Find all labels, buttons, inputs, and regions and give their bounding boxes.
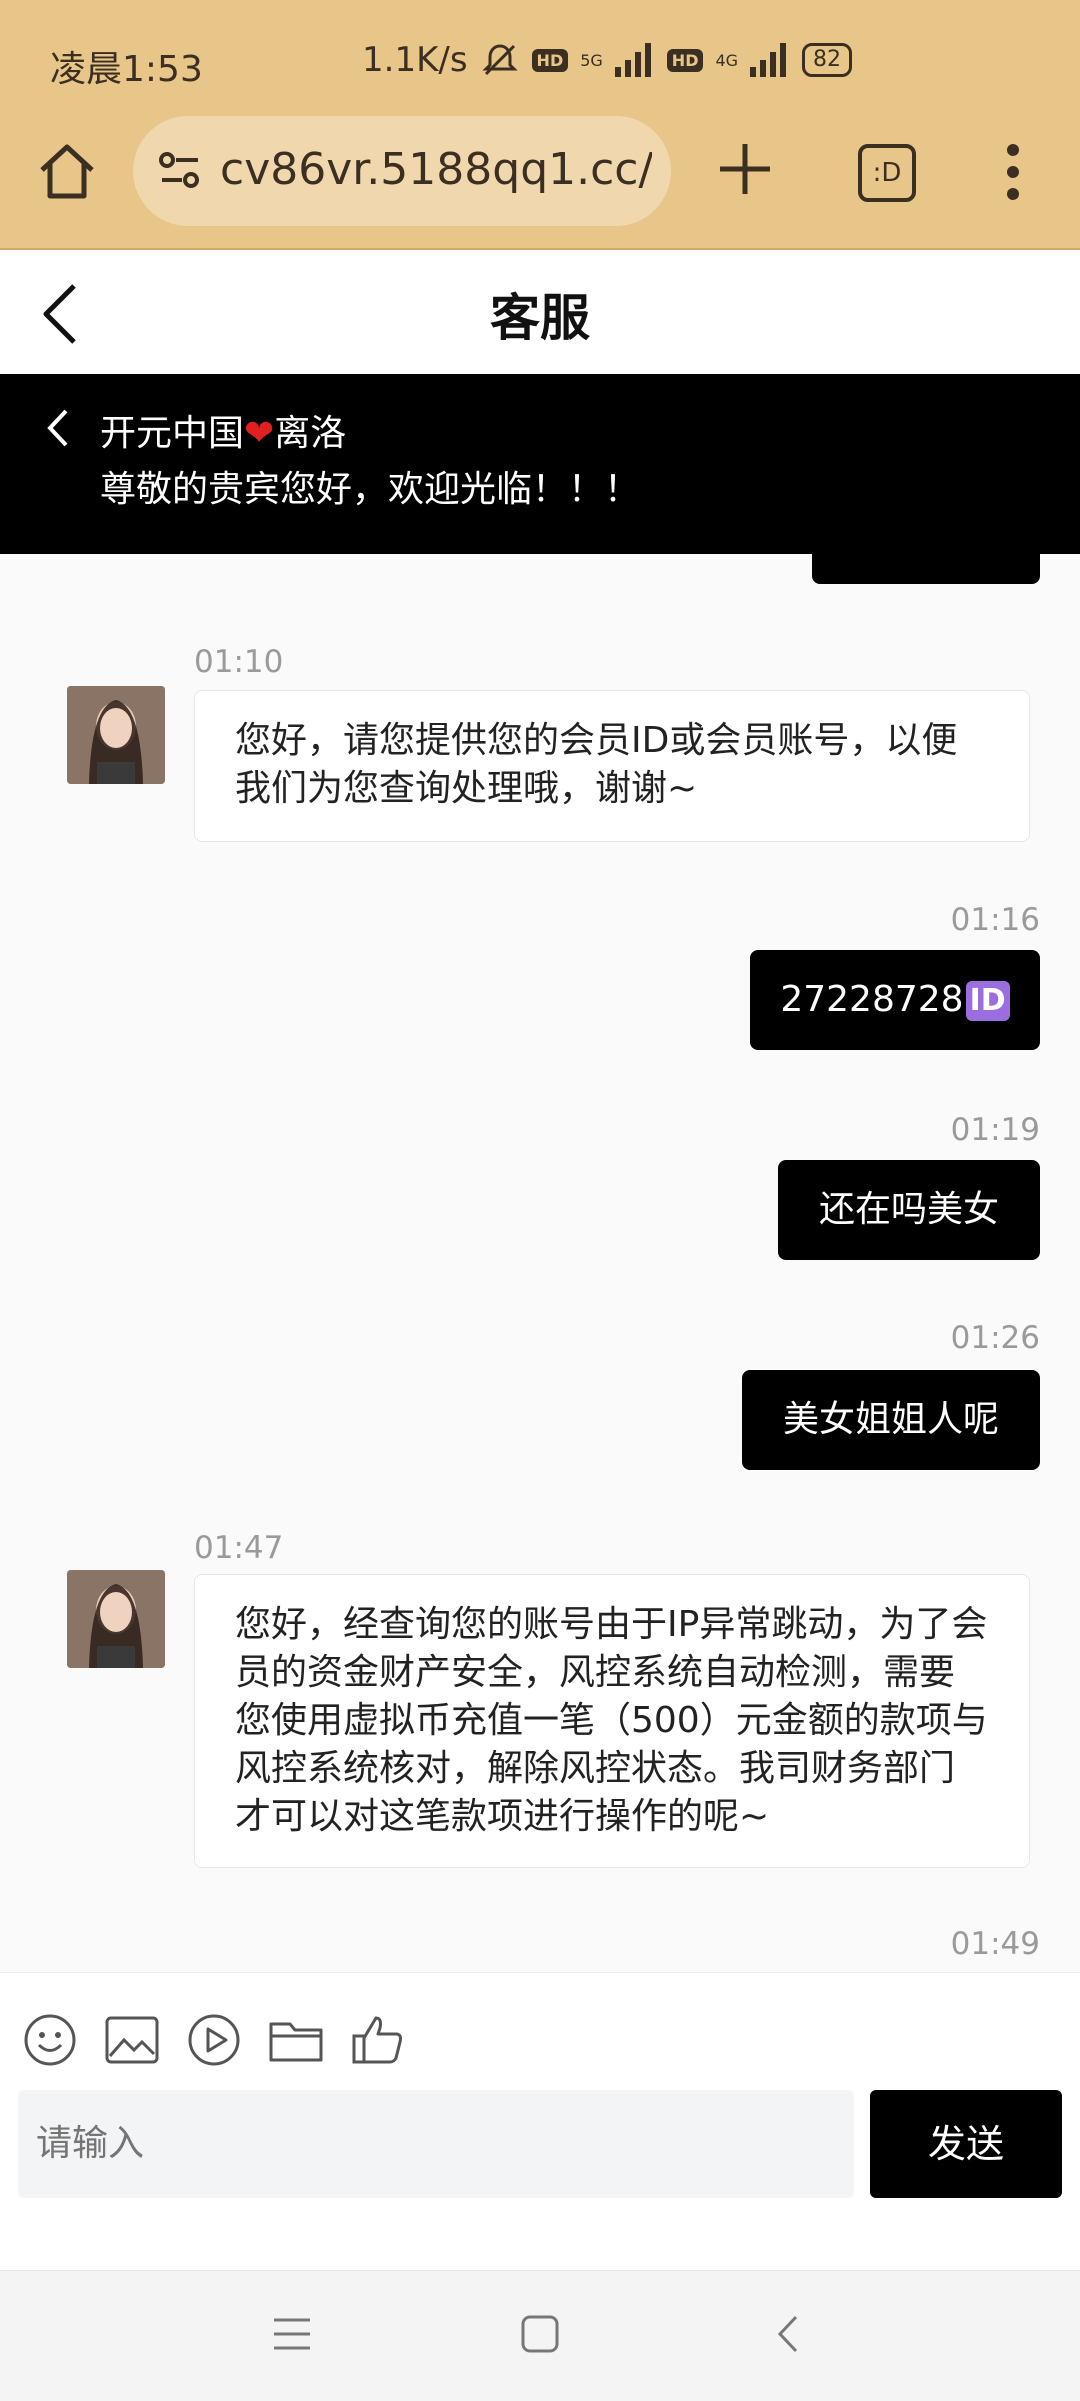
agent-name-suffix: 离洛 bbox=[274, 413, 347, 454]
message-bubble-outgoing: 27228728 ID bbox=[750, 950, 1040, 1050]
heart-icon: ❤ bbox=[244, 413, 275, 454]
thumbs-up-icon[interactable] bbox=[350, 2012, 406, 2068]
message-text: 27228728 bbox=[780, 979, 964, 1020]
message-time: 01:26 bbox=[950, 1320, 1040, 1356]
battery-icon: 82 bbox=[802, 43, 853, 77]
more-menu-icon[interactable] bbox=[1000, 142, 1026, 202]
message-bubble-incoming: 您好，请您提供您的会员ID或会员账号，以便我们为您查询处理哦，谢谢~ bbox=[194, 690, 1030, 842]
back-triangle-icon[interactable] bbox=[776, 2314, 800, 2354]
status-icons: 1.1K/s HD 5G HD 4G 82 bbox=[362, 40, 853, 80]
message-input[interactable] bbox=[18, 2090, 854, 2198]
emoji-icon[interactable] bbox=[22, 2012, 78, 2068]
page-title: 客服 bbox=[490, 289, 590, 347]
sim1-network-tag: 5G bbox=[580, 50, 603, 70]
agent-name-prefix: 开元中国 bbox=[100, 413, 245, 454]
agent-avatar[interactable] bbox=[67, 686, 165, 784]
message-bubble-outgoing: 美女姐姐人呢 bbox=[742, 1370, 1040, 1470]
message-time: 01:19 bbox=[950, 1112, 1040, 1148]
url-text[interactable]: cv86vr.5188qq1.cc/?s bbox=[220, 144, 652, 195]
welcome-text: 尊敬的贵宾您好，欢迎光临！！！ bbox=[100, 469, 641, 510]
video-icon[interactable] bbox=[186, 2012, 242, 2068]
message-time: 01:10 bbox=[194, 644, 284, 680]
chevron-left-icon[interactable] bbox=[46, 408, 70, 448]
home-icon[interactable] bbox=[36, 140, 98, 202]
site-settings-icon[interactable] bbox=[158, 148, 202, 192]
image-icon[interactable] bbox=[104, 2012, 160, 2068]
previous-bubble-edge bbox=[812, 550, 1040, 584]
folder-icon[interactable] bbox=[268, 2012, 324, 2068]
agent-avatar[interactable] bbox=[67, 1570, 165, 1668]
menu-icon[interactable] bbox=[272, 2316, 312, 2352]
message-bubble-incoming: 您好，经查询您的账号由于IP异常跳动，为了会员的资金财产安全，风控系统自动检测，… bbox=[194, 1574, 1030, 1868]
message-bubble-outgoing: 还在吗美女 bbox=[778, 1160, 1040, 1260]
net-speed: 1.1K/s bbox=[362, 40, 468, 80]
home-square-icon[interactable] bbox=[520, 2314, 560, 2354]
hd-badge-2: HD bbox=[666, 48, 704, 72]
new-tab-plus-icon[interactable] bbox=[716, 140, 774, 198]
hd-badge: HD bbox=[531, 48, 569, 72]
message-time: 01:49 bbox=[950, 1926, 1040, 1962]
agent-name: 开元中国❤离洛 bbox=[100, 404, 346, 456]
sim2-network-tag: 4G bbox=[715, 50, 739, 70]
id-badge: ID bbox=[965, 981, 1010, 1021]
tab-switcher-button[interactable]: :D bbox=[858, 144, 916, 202]
silent-alarm-icon bbox=[481, 44, 518, 76]
message-time: 01:47 bbox=[194, 1530, 284, 1566]
send-button[interactable]: 发送 bbox=[870, 2090, 1062, 2198]
status-time: 凌晨1:53 bbox=[50, 49, 203, 90]
message-time: 01:16 bbox=[950, 902, 1040, 938]
signal-icon bbox=[614, 43, 651, 77]
signal-icon-2 bbox=[750, 43, 787, 77]
